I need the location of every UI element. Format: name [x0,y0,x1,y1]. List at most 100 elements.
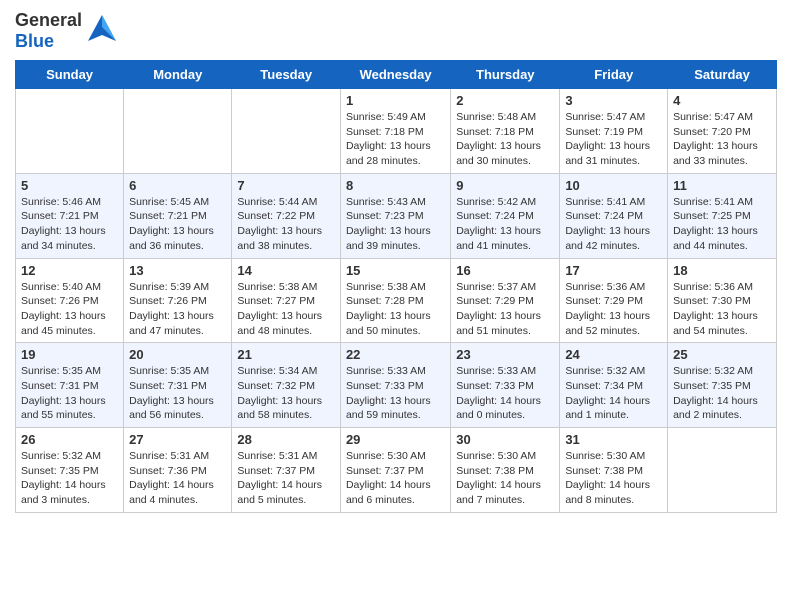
calendar-page: General Blue SundayMondayTuesdayWednesda… [0,0,792,528]
day-number: 15 [346,263,445,278]
calendar-cell: 14 Sunrise: 5:38 AMSunset: 7:27 PMDayligh… [232,258,341,343]
calendar-cell: 5 Sunrise: 5:46 AMSunset: 7:21 PMDaylight… [16,173,124,258]
calendar-cell [124,89,232,174]
header: General Blue [15,10,777,52]
day-info: Sunrise: 5:47 AMSunset: 7:20 PMDaylight:… [673,110,771,169]
calendar-cell: 16Sunrise: 5:37 AMSunset: 7:29 PMDayligh… [451,258,560,343]
calendar-cell: 19 Sunrise: 5:35 AMSunset: 7:31 PMDayligh… [16,343,124,428]
day-number: 14 [237,263,335,278]
day-info: Sunrise: 5:31 AMSunset: 7:37 PMDaylight:… [237,449,335,508]
logo-icon [86,13,118,50]
calendar-cell: 28 Sunrise: 5:31 AMSunset: 7:37 PMDayligh… [232,428,341,513]
day-number: 26 [21,432,118,447]
day-info: Sunrise: 5:38 AMSunset: 7:27 PMDaylight:… [237,280,335,339]
weekday-header-saturday: Saturday [668,61,777,89]
day-info: Sunrise: 5:49 AMSunset: 7:18 PMDaylight:… [346,110,445,169]
day-info: Sunrise: 5:46 AMSunset: 7:21 PMDaylight:… [21,195,118,254]
calendar-cell: 10 Sunrise: 5:41 AMSunset: 7:24 PMDayligh… [560,173,668,258]
calendar-cell [16,89,124,174]
calendar-cell: 25 Sunrise: 5:32 AMSunset: 7:35 PMDayligh… [668,343,777,428]
day-info: Sunrise: 5:41 AMSunset: 7:25 PMDaylight:… [673,195,771,254]
day-number: 8 [346,178,445,193]
calendar-cell: 18 Sunrise: 5:36 AMSunset: 7:30 PMDayligh… [668,258,777,343]
week-row-2: 5 Sunrise: 5:46 AMSunset: 7:21 PMDaylight… [16,173,777,258]
day-number: 3 [565,93,662,108]
week-row-3: 12 Sunrise: 5:40 AMSunset: 7:26 PMDayligh… [16,258,777,343]
calendar-cell: 1 Sunrise: 5:49 AMSunset: 7:18 PMDaylight… [340,89,450,174]
weekday-header-thursday: Thursday [451,61,560,89]
day-number: 25 [673,347,771,362]
calendar-cell: 6 Sunrise: 5:45 AMSunset: 7:21 PMDaylight… [124,173,232,258]
day-info: Sunrise: 5:41 AMSunset: 7:24 PMDaylight:… [565,195,662,254]
week-row-1: 1 Sunrise: 5:49 AMSunset: 7:18 PMDaylight… [16,89,777,174]
day-number: 11 [673,178,771,193]
calendar-cell: 17Sunrise: 5:36 AMSunset: 7:29 PMDayligh… [560,258,668,343]
day-info: Sunrise: 5:40 AMSunset: 7:26 PMDaylight:… [21,280,118,339]
day-number: 5 [21,178,118,193]
day-info: Sunrise: 5:30 AMSunset: 7:37 PMDaylight:… [346,449,445,508]
day-info: Sunrise: 5:47 AMSunset: 7:19 PMDaylight:… [565,110,662,169]
day-number: 24 [565,347,662,362]
weekday-header-monday: Monday [124,61,232,89]
day-number: 30 [456,432,554,447]
day-info: Sunrise: 5:43 AMSunset: 7:23 PMDaylight:… [346,195,445,254]
day-info: Sunrise: 5:33 AMSunset: 7:33 PMDaylight:… [346,364,445,423]
calendar-cell: 24 Sunrise: 5:32 AMSunset: 7:34 PMDayligh… [560,343,668,428]
day-number: 18 [673,263,771,278]
logo-general: General [15,10,82,30]
calendar-cell: 31Sunrise: 5:30 AMSunset: 7:38 PMDayligh… [560,428,668,513]
calendar-cell [232,89,341,174]
day-info: Sunrise: 5:32 AMSunset: 7:35 PMDaylight:… [673,364,771,423]
day-info: Sunrise: 5:38 AMSunset: 7:28 PMDaylight:… [346,280,445,339]
day-info: Sunrise: 5:30 AMSunset: 7:38 PMDaylight:… [456,449,554,508]
day-number: 1 [346,93,445,108]
day-number: 4 [673,93,771,108]
day-info: Sunrise: 5:37 AMSunset: 7:29 PMDaylight:… [456,280,554,339]
day-info: Sunrise: 5:39 AMSunset: 7:26 PMDaylight:… [129,280,226,339]
day-number: 22 [346,347,445,362]
day-number: 29 [346,432,445,447]
calendar-cell: 9 Sunrise: 5:42 AMSunset: 7:24 PMDaylight… [451,173,560,258]
day-info: Sunrise: 5:44 AMSunset: 7:22 PMDaylight:… [237,195,335,254]
calendar-cell: 3 Sunrise: 5:47 AMSunset: 7:19 PMDaylight… [560,89,668,174]
day-number: 12 [21,263,118,278]
calendar-cell: 22 Sunrise: 5:33 AMSunset: 7:33 PMDayligh… [340,343,450,428]
calendar-cell: 8 Sunrise: 5:43 AMSunset: 7:23 PMDaylight… [340,173,450,258]
day-info: Sunrise: 5:34 AMSunset: 7:32 PMDaylight:… [237,364,335,423]
calendar-cell: 13 Sunrise: 5:39 AMSunset: 7:26 PMDayligh… [124,258,232,343]
day-number: 13 [129,263,226,278]
calendar-cell: 20Sunrise: 5:35 AMSunset: 7:31 PMDayligh… [124,343,232,428]
day-info: Sunrise: 5:42 AMSunset: 7:24 PMDaylight:… [456,195,554,254]
week-row-4: 19 Sunrise: 5:35 AMSunset: 7:31 PMDayligh… [16,343,777,428]
day-info: Sunrise: 5:32 AMSunset: 7:35 PMDaylight:… [21,449,118,508]
day-number: 19 [21,347,118,362]
day-number: 23 [456,347,554,362]
weekday-header-friday: Friday [560,61,668,89]
day-number: 6 [129,178,226,193]
day-number: 31 [565,432,662,447]
calendar-table: SundayMondayTuesdayWednesdayThursdayFrid… [15,60,777,513]
day-info: Sunrise: 5:31 AMSunset: 7:36 PMDaylight:… [129,449,226,508]
weekday-header-sunday: Sunday [16,61,124,89]
calendar-cell: 15 Sunrise: 5:38 AMSunset: 7:28 PMDayligh… [340,258,450,343]
day-info: Sunrise: 5:45 AMSunset: 7:21 PMDaylight:… [129,195,226,254]
day-info: Sunrise: 5:33 AMSunset: 7:33 PMDaylight:… [456,364,554,423]
day-info: Sunrise: 5:35 AMSunset: 7:31 PMDaylight:… [21,364,118,423]
calendar-cell: 12 Sunrise: 5:40 AMSunset: 7:26 PMDayligh… [16,258,124,343]
day-info: Sunrise: 5:36 AMSunset: 7:30 PMDaylight:… [673,280,771,339]
day-info: Sunrise: 5:35 AMSunset: 7:31 PMDaylight:… [129,364,226,423]
day-info: Sunrise: 5:32 AMSunset: 7:34 PMDaylight:… [565,364,662,423]
calendar-cell: 29 Sunrise: 5:30 AMSunset: 7:37 PMDayligh… [340,428,450,513]
day-info: Sunrise: 5:36 AMSunset: 7:29 PMDaylight:… [565,280,662,339]
calendar-cell: 21 Sunrise: 5:34 AMSunset: 7:32 PMDayligh… [232,343,341,428]
calendar-cell: 27 Sunrise: 5:31 AMSunset: 7:36 PMDayligh… [124,428,232,513]
weekday-header-tuesday: Tuesday [232,61,341,89]
day-number: 28 [237,432,335,447]
calendar-cell: 2Sunrise: 5:48 AMSunset: 7:18 PMDaylight… [451,89,560,174]
day-number: 10 [565,178,662,193]
logo-wordmark: General Blue [15,10,82,52]
day-number: 27 [129,432,226,447]
day-number: 9 [456,178,554,193]
calendar-cell: 7Sunrise: 5:44 AMSunset: 7:22 PMDaylight… [232,173,341,258]
day-number: 21 [237,347,335,362]
